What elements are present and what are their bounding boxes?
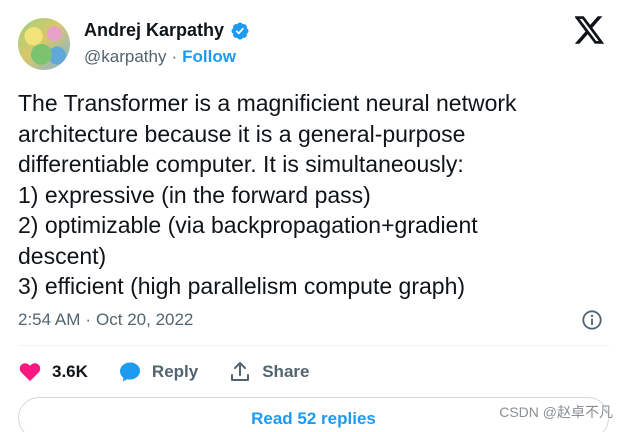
- share-icon: [231, 362, 250, 381]
- avatar[interactable]: [18, 18, 70, 70]
- action-bar: 3.6K Reply Share: [18, 360, 309, 384]
- tweet-timestamp[interactable]: 2:54 AM · Oct 20, 2022: [18, 310, 193, 330]
- handle-separator: ·: [171, 47, 178, 66]
- author-handle[interactable]: @karpathy: [84, 47, 166, 67]
- watermark: CSDN @赵卓不凡: [499, 404, 613, 420]
- tweet-date: Oct 20, 2022: [96, 310, 194, 329]
- tweet-time: 2:54 AM: [18, 310, 81, 329]
- divider: [18, 345, 609, 346]
- tweet-line: The Transformer is a magnificient neural…: [18, 90, 517, 116]
- share-button[interactable]: Share: [228, 360, 309, 384]
- verified-badge-icon: [231, 21, 249, 40]
- follow-button[interactable]: Follow: [182, 47, 236, 67]
- like-count: 3.6K: [52, 362, 88, 381]
- handle-row: @karpathy · Follow: [84, 47, 236, 67]
- author-name-row: Andrej Karpathy: [84, 20, 250, 41]
- reply-label: Reply: [151, 362, 199, 381]
- share-label: Share: [262, 362, 310, 381]
- reply-bubble-icon: [119, 362, 140, 382]
- info-icon[interactable]: [581, 309, 603, 331]
- tweet-line: architecture because it is a general-pur…: [18, 120, 466, 147]
- tweet-line: 3) efficient (high parallelism compute g…: [18, 273, 466, 299]
- like-button[interactable]: 3.6K: [18, 360, 88, 384]
- heart-icon: [19, 363, 41, 382]
- tweet-line: differentiable computer. It is simultane…: [18, 151, 464, 177]
- tweet-text: The Transformer is a magnificient neural…: [18, 88, 608, 302]
- tweet-line: descent): [18, 242, 107, 269]
- tweet-line: 2) optimizable (via backpropagation+grad…: [18, 212, 478, 238]
- reply-button[interactable]: Reply: [118, 360, 198, 384]
- read-replies-label: Read 52 replies: [251, 409, 376, 428]
- author-name[interactable]: Andrej Karpathy: [84, 20, 224, 41]
- x-logo-icon[interactable]: [575, 16, 605, 44]
- tweet-line: 1) expressive (in the forward pass): [18, 181, 371, 208]
- timestamp-separator: ·: [85, 310, 92, 329]
